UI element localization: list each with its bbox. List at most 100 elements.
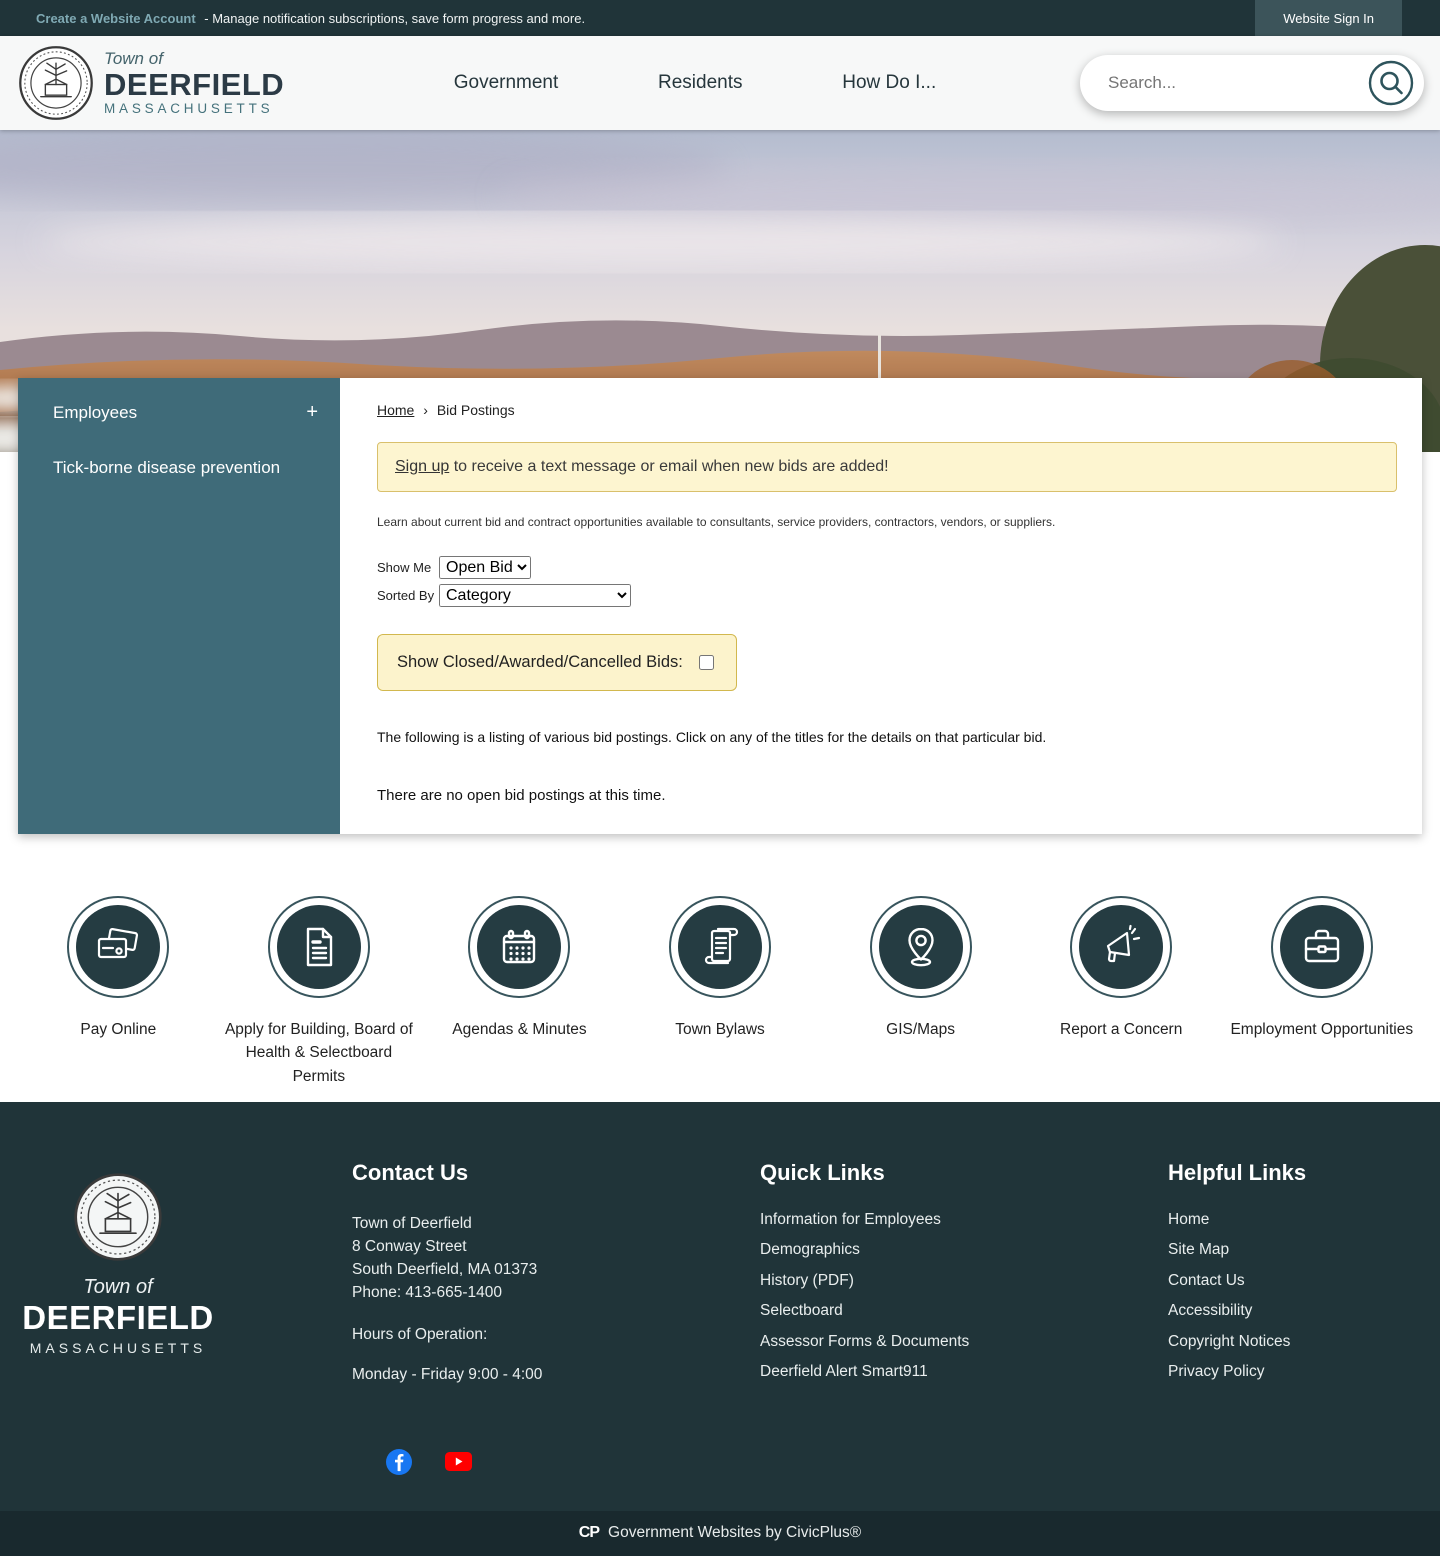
civicplus-bar[interactable]: CP Government Websites by CivicPlus® bbox=[0, 1511, 1440, 1556]
brand-town: Town of bbox=[104, 50, 284, 68]
footer-brand-town: Town of bbox=[83, 1276, 152, 1299]
show-me-row: Show Me Open Bids bbox=[377, 556, 1397, 579]
brand-state: MASSACHUSETTS bbox=[104, 102, 284, 117]
breadcrumb-current: Bid Postings bbox=[437, 402, 515, 418]
quick-action-gis-maps[interactable]: GIS/Maps bbox=[820, 896, 1021, 1088]
show-me-select[interactable]: Open Bids bbox=[439, 556, 531, 579]
quick-action-pay-online[interactable]: Pay Online bbox=[18, 896, 219, 1088]
link-information-for-employees[interactable]: Information for Employees bbox=[760, 1211, 941, 1228]
account-promo-text: - Manage notification subscriptions, sav… bbox=[204, 11, 585, 26]
show-closed-bids-box: Show Closed/Awarded/Cancelled Bids: bbox=[377, 634, 737, 691]
sidebar-item-label: Tick-borne disease prevention bbox=[53, 458, 280, 478]
search-bar bbox=[1080, 55, 1424, 111]
search-button[interactable] bbox=[1368, 60, 1424, 106]
sorted-by-label: Sorted By bbox=[377, 588, 439, 603]
signup-notice: Sign up to receive a text message or ema… bbox=[377, 442, 1397, 492]
page: Create a Website Account - Manage notifi… bbox=[0, 0, 1440, 1556]
briefcase-icon bbox=[1280, 905, 1364, 989]
nav-residents[interactable]: Residents bbox=[652, 71, 749, 95]
search-input[interactable] bbox=[1106, 72, 1368, 94]
link-privacy-policy[interactable]: Privacy Policy bbox=[1168, 1363, 1264, 1380]
footer-brand: Town of DEERFIELD MASSACHUSETTS bbox=[18, 1160, 352, 1511]
sidebar-item-label: Employees bbox=[53, 403, 137, 423]
footer-quick-links: Quick Links Information for Employees De… bbox=[760, 1160, 1168, 1511]
nav-government[interactable]: Government bbox=[448, 71, 565, 95]
civicplus-logo-icon: CP bbox=[579, 1524, 599, 1542]
link-accessibility[interactable]: Accessibility bbox=[1168, 1302, 1252, 1319]
civicplus-text: Government Websites by CivicPlus® bbox=[608, 1524, 861, 1542]
contact-street: 8 Conway Street bbox=[352, 1235, 760, 1258]
main-nav: Government Residents How Do I... bbox=[330, 71, 1080, 95]
quick-action-label: Report a Concern bbox=[1060, 1018, 1182, 1041]
link-deerfield-alert[interactable]: Deerfield Alert Smart911 bbox=[760, 1363, 928, 1380]
show-me-label: Show Me bbox=[377, 560, 439, 575]
contact-org: Town of Deerfield bbox=[352, 1212, 760, 1235]
megaphone-icon bbox=[1079, 905, 1163, 989]
content-card: Home › Bid Postings Sign up to receive a… bbox=[340, 378, 1422, 834]
footer-brand-name: DEERFIELD bbox=[22, 1299, 214, 1337]
show-closed-bids-label: Show Closed/Awarded/Cancelled Bids: bbox=[397, 653, 683, 672]
site-logo[interactable]: Town of DEERFIELD MASSACHUSETTS bbox=[18, 45, 330, 121]
top-utility-bar: Create a Website Account - Manage notifi… bbox=[0, 0, 1440, 36]
quick-action-label: Apply for Building, Board of Health & Se… bbox=[219, 1018, 419, 1088]
facebook-icon[interactable] bbox=[386, 1449, 412, 1475]
signup-notice-text: to receive a text message or email when … bbox=[449, 458, 888, 475]
expand-plus-icon[interactable]: + bbox=[306, 401, 318, 424]
contact-phone: Phone: 413-665-1400 bbox=[352, 1281, 760, 1304]
site-header: Town of DEERFIELD MASSACHUSETTS Governme… bbox=[0, 36, 1440, 130]
account-promo: Create a Website Account - Manage notifi… bbox=[0, 11, 1255, 26]
sorted-by-select[interactable]: Category bbox=[439, 584, 631, 607]
left-sidebar: Employees + Tick-borne disease preventio… bbox=[18, 378, 340, 834]
quick-action-agendas-minutes[interactable]: Agendas & Minutes bbox=[419, 896, 620, 1088]
quick-links-title: Quick Links bbox=[760, 1160, 1168, 1186]
document-icon bbox=[277, 905, 361, 989]
quick-action-label: GIS/Maps bbox=[886, 1018, 955, 1041]
search-icon bbox=[1368, 60, 1414, 106]
link-site-map[interactable]: Site Map bbox=[1168, 1241, 1229, 1258]
scroll-icon bbox=[678, 905, 762, 989]
sign-up-link[interactable]: Sign up bbox=[395, 458, 449, 475]
link-selectboard[interactable]: Selectboard bbox=[760, 1302, 843, 1319]
credit-card-icon bbox=[76, 905, 160, 989]
link-copyright-notices[interactable]: Copyright Notices bbox=[1168, 1333, 1290, 1350]
nav-how-do-i[interactable]: How Do I... bbox=[836, 71, 942, 95]
link-assessor-forms[interactable]: Assessor Forms & Documents bbox=[760, 1333, 969, 1350]
content-region: Employees + Tick-borne disease preventio… bbox=[18, 378, 1422, 834]
link-history-pdf[interactable]: History (PDF) bbox=[760, 1272, 854, 1289]
quick-actions-row: Pay Online Apply for Building, Board of … bbox=[0, 834, 1440, 1102]
sorted-by-row: Sorted By Category bbox=[377, 584, 1397, 607]
quick-action-label: Employment Opportunities bbox=[1230, 1018, 1413, 1041]
quick-action-town-bylaws[interactable]: Town Bylaws bbox=[620, 896, 821, 1088]
link-contact-us[interactable]: Contact Us bbox=[1168, 1272, 1245, 1289]
social-links bbox=[386, 1449, 472, 1475]
quick-action-label: Town Bylaws bbox=[675, 1018, 765, 1041]
quick-action-label: Agendas & Minutes bbox=[452, 1018, 586, 1041]
map-pin-icon bbox=[879, 905, 963, 989]
footer-brand-state: MASSACHUSETTS bbox=[30, 1340, 206, 1356]
link-home[interactable]: Home bbox=[1168, 1211, 1209, 1228]
sidebar-item-tick-borne[interactable]: Tick-borne disease prevention bbox=[18, 441, 340, 495]
breadcrumb-separator: › bbox=[423, 402, 428, 418]
intro-text: Learn about current bid and contract opp… bbox=[377, 515, 1397, 529]
breadcrumb-home-link[interactable]: Home bbox=[377, 402, 414, 418]
quick-action-apply-permits[interactable]: Apply for Building, Board of Health & Se… bbox=[219, 896, 420, 1088]
footer-town-seal-icon bbox=[73, 1172, 163, 1262]
quick-action-label: Pay Online bbox=[80, 1018, 156, 1041]
quick-action-report-concern[interactable]: Report a Concern bbox=[1021, 896, 1222, 1088]
youtube-icon[interactable] bbox=[445, 1452, 472, 1471]
contact-us-title: Contact Us bbox=[352, 1160, 760, 1186]
helpful-links-title: Helpful Links bbox=[1168, 1160, 1306, 1186]
link-demographics[interactable]: Demographics bbox=[760, 1241, 860, 1258]
no-bids-message: There are no open bid postings at this t… bbox=[377, 787, 1397, 804]
quick-action-employment[interactable]: Employment Opportunities bbox=[1221, 896, 1422, 1088]
hours-label: Hours of Operation: bbox=[352, 1326, 760, 1344]
create-account-link[interactable]: Create a Website Account bbox=[36, 11, 196, 26]
website-sign-in-button[interactable]: Website Sign In bbox=[1255, 0, 1402, 36]
footer-helpful-links: Helpful Links Home Site Map Contact Us A… bbox=[1168, 1160, 1306, 1511]
breadcrumb: Home › Bid Postings bbox=[377, 402, 1397, 418]
brand-name: DEERFIELD bbox=[104, 68, 284, 101]
town-seal-icon bbox=[18, 45, 94, 121]
sidebar-item-employees[interactable]: Employees + bbox=[18, 384, 340, 441]
show-closed-bids-checkbox[interactable] bbox=[699, 655, 714, 670]
listing-description: The following is a listing of various bi… bbox=[377, 729, 1397, 745]
